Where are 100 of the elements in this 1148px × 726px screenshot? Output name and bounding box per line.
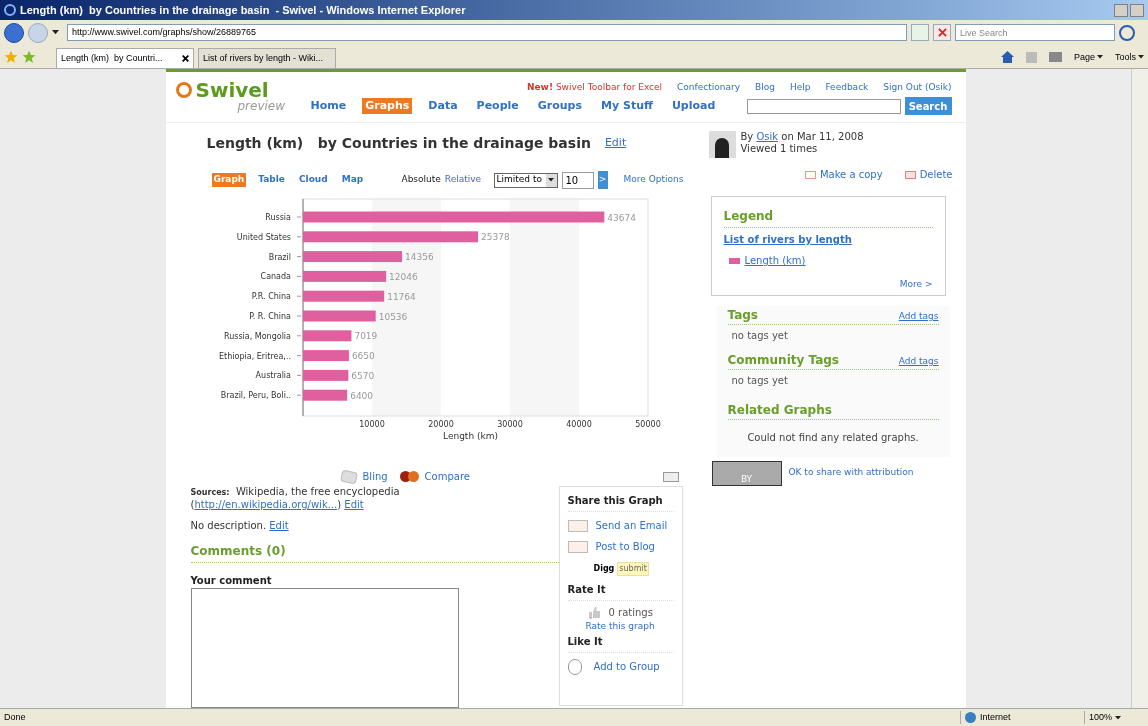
go-button[interactable]: >	[597, 171, 608, 189]
nav-tab[interactable]: Groups	[534, 97, 586, 115]
category-label: Australia	[255, 371, 291, 381]
fruit-icon	[399, 471, 419, 482]
add-tags-link[interactable]: Add tags	[898, 310, 939, 324]
search-icon[interactable]	[1119, 24, 1135, 41]
toolbar-menu[interactable]: Tools	[1115, 50, 1136, 64]
view-tab[interactable]: Cloud	[296, 173, 330, 187]
axis-title: Length (km)	[442, 431, 498, 441]
header-link[interactable]: Confectionary	[677, 81, 740, 97]
minimize-button[interactable]	[1114, 3, 1128, 17]
more-options-link[interactable]: More Options	[623, 173, 684, 187]
close-icon[interactable]	[182, 55, 189, 62]
address-field[interactable]: http://www.swivel.com/graphs/show/26889765	[67, 24, 907, 41]
logo-icon	[175, 82, 192, 98]
more-link[interactable]: More >	[899, 278, 933, 292]
scale-option[interactable]: Relative	[444, 173, 482, 187]
caret-icon[interactable]	[1115, 715, 1122, 720]
home-icon[interactable]	[1000, 51, 1014, 64]
tick-label: 40000	[565, 420, 592, 429]
scale-option[interactable]: Absolute	[401, 173, 441, 187]
value-label: 43674	[606, 212, 636, 223]
limit-field[interactable]: 10	[561, 171, 594, 189]
promo-link[interactable]: New! Swivel Toolbar for Excel	[526, 81, 663, 97]
nav-tab[interactable]: People	[473, 97, 522, 115]
logo-tagline: preview	[236, 100, 287, 112]
avatar	[708, 131, 736, 158]
embed-icon[interactable]	[662, 471, 679, 482]
view-tab[interactable]: Table	[256, 173, 287, 187]
sources-text: Sources: Wikipedia, the free encyclopedia (http://en.wikipedia.org/wik...) Edit	[190, 486, 401, 511]
scrollbar[interactable]	[1131, 69, 1148, 708]
caret-icon[interactable]	[1138, 55, 1144, 60]
compare-link[interactable]: Compare	[424, 469, 470, 484]
rate-link[interactable]: Rate this graph	[567, 620, 674, 634]
add-favorite-icon[interactable]	[22, 50, 36, 64]
copy-link[interactable]: Make a copy	[804, 167, 883, 182]
header-link[interactable]: Blog	[755, 81, 775, 97]
add-tags-link[interactable]: Add tags	[898, 355, 939, 369]
description-edit-link[interactable]: Edit	[269, 520, 289, 531]
nav-tab[interactable]: Home	[307, 97, 350, 115]
caret-icon[interactable]	[52, 30, 59, 35]
source-link[interactable]: http://en.wikipedia.org/wik...	[194, 499, 338, 510]
tags-heading: Tags	[727, 306, 758, 324]
site-search-field[interactable]	[746, 98, 901, 114]
toolbar-menu[interactable]: Page	[1073, 50, 1095, 64]
header-link[interactable]: Help	[789, 81, 811, 97]
author-line: By Osik on Mar 11, 2008	[740, 131, 864, 143]
dataset-link[interactable]: List of rivers by length	[723, 232, 933, 247]
browser-tab[interactable]: Length (km) by Countri...	[56, 48, 194, 68]
tick-label: 10000	[358, 420, 385, 429]
view-tab[interactable]: Map	[339, 173, 366, 187]
nav-tab[interactable]: My Stuff	[598, 97, 656, 115]
status-text: Done	[4, 710, 26, 724]
header-link[interactable]: Feedback	[825, 81, 869, 97]
maximize-button[interactable]	[1130, 3, 1144, 17]
refresh-button[interactable]	[911, 24, 929, 41]
delete-link[interactable]: Delete	[904, 167, 953, 182]
tick-label: 30000	[496, 420, 523, 429]
search-button[interactable]: Search	[904, 97, 952, 115]
share-heading: Share this Graph	[567, 493, 674, 512]
bling-link[interactable]: Bling	[362, 469, 388, 484]
caret-icon[interactable]	[1097, 55, 1103, 60]
share-link[interactable]: Send an Email	[595, 518, 668, 533]
community-tags-heading: Community Tags	[727, 351, 839, 369]
view-tab[interactable]: Graph	[211, 173, 247, 187]
zoom-control[interactable]: 100%	[1089, 710, 1113, 725]
security-zone: Internet	[960, 710, 1080, 725]
globe-icon	[965, 712, 976, 723]
comment-field[interactable]	[190, 588, 459, 708]
comments-heading: Comments (0)	[190, 542, 559, 563]
nav-tab[interactable]: Data	[425, 97, 461, 115]
limit-select[interactable]: Limited to	[493, 172, 558, 188]
envelope-icon	[567, 519, 588, 532]
tab-label: List of rivers by length - Wiki...	[203, 51, 324, 65]
author-link[interactable]: Osik	[756, 131, 779, 142]
digg-submit-button[interactable]: submit	[617, 562, 649, 576]
stop-button[interactable]	[933, 24, 951, 41]
category-label: Ethiopia, Eritrea,..	[218, 351, 291, 361]
license-link[interactable]: OK to share with attribution	[788, 466, 914, 480]
category-label: Brazil, Peru, Boli..	[220, 391, 291, 401]
legend-heading: Legend	[723, 207, 933, 228]
source-edit-link[interactable]: Edit	[344, 499, 364, 510]
share-link[interactable]: Post to Blog	[595, 539, 655, 554]
nav-tab[interactable]: Upload	[668, 97, 719, 115]
legend-link[interactable]: Length (km)	[744, 253, 806, 268]
nav-tab[interactable]: Graphs	[362, 97, 413, 115]
header-link[interactable]: Sign Out (Osik)	[883, 81, 952, 97]
value-label: 12046	[388, 271, 418, 282]
window-title: Length (km) by Countries in the drainage basin - Swivel - Windows Internet Explorer	[20, 2, 466, 18]
print-icon[interactable]	[1048, 52, 1062, 63]
edit-link[interactable]: Edit	[604, 134, 627, 152]
value-label: 6570	[350, 370, 374, 381]
star-icon[interactable]	[4, 50, 18, 64]
logo[interactable]: Swivel	[175, 80, 296, 100]
related-heading: Related Graphs	[727, 400, 939, 420]
search-field[interactable]: Live Search	[955, 24, 1115, 41]
browser-tab[interactable]: List of rivers by length - Wiki...	[198, 48, 336, 68]
back-button[interactable]	[4, 22, 24, 43]
like-link[interactable]: Add to Group	[593, 659, 660, 674]
caret-icon[interactable]	[548, 178, 554, 182]
